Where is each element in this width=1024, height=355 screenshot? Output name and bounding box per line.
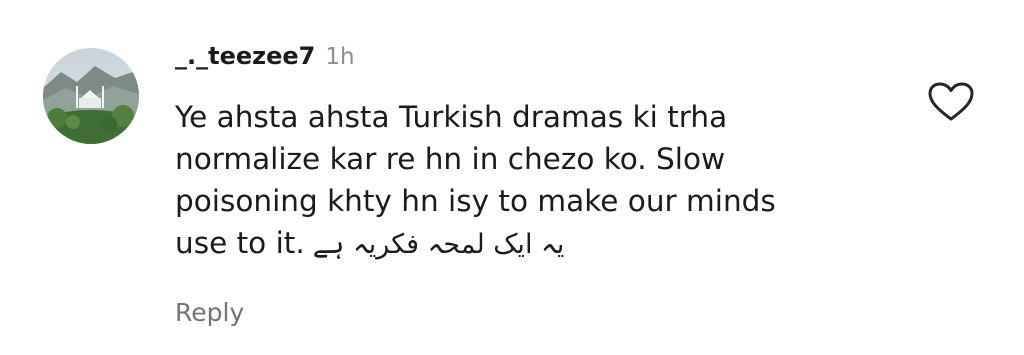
comment-text: Ye ahsta ahsta Turkish dramas ki trha no…: [175, 96, 895, 266]
comment-header: _._teezee7 1h: [175, 42, 355, 78]
comment-line: use to it.: [175, 226, 305, 260]
comment-item: _._teezee7 1h Ye ahsta ahsta Turkish dra…: [0, 0, 1024, 355]
comment-line: normalize kar re hn in chezo ko. Slow: [175, 142, 726, 176]
like-button[interactable]: [928, 82, 974, 122]
avatar[interactable]: [43, 48, 139, 144]
timestamp: 1h: [325, 44, 355, 70]
comment-line: poisoning khty hn isy to make our minds: [175, 184, 776, 218]
username[interactable]: _._teezee7: [175, 42, 315, 70]
comment-line: Ye ahsta ahsta Turkish dramas ki trha: [175, 100, 728, 134]
reply-button[interactable]: Reply: [175, 298, 244, 327]
comment-last-line: use to it. یہ ایک لمحہ فکریہ ہے: [175, 222, 895, 266]
avatar-image: [43, 48, 139, 144]
heart-outline-icon: [928, 82, 974, 121]
urdu-text: یہ ایک لمحہ فکریہ ہے: [312, 229, 565, 260]
